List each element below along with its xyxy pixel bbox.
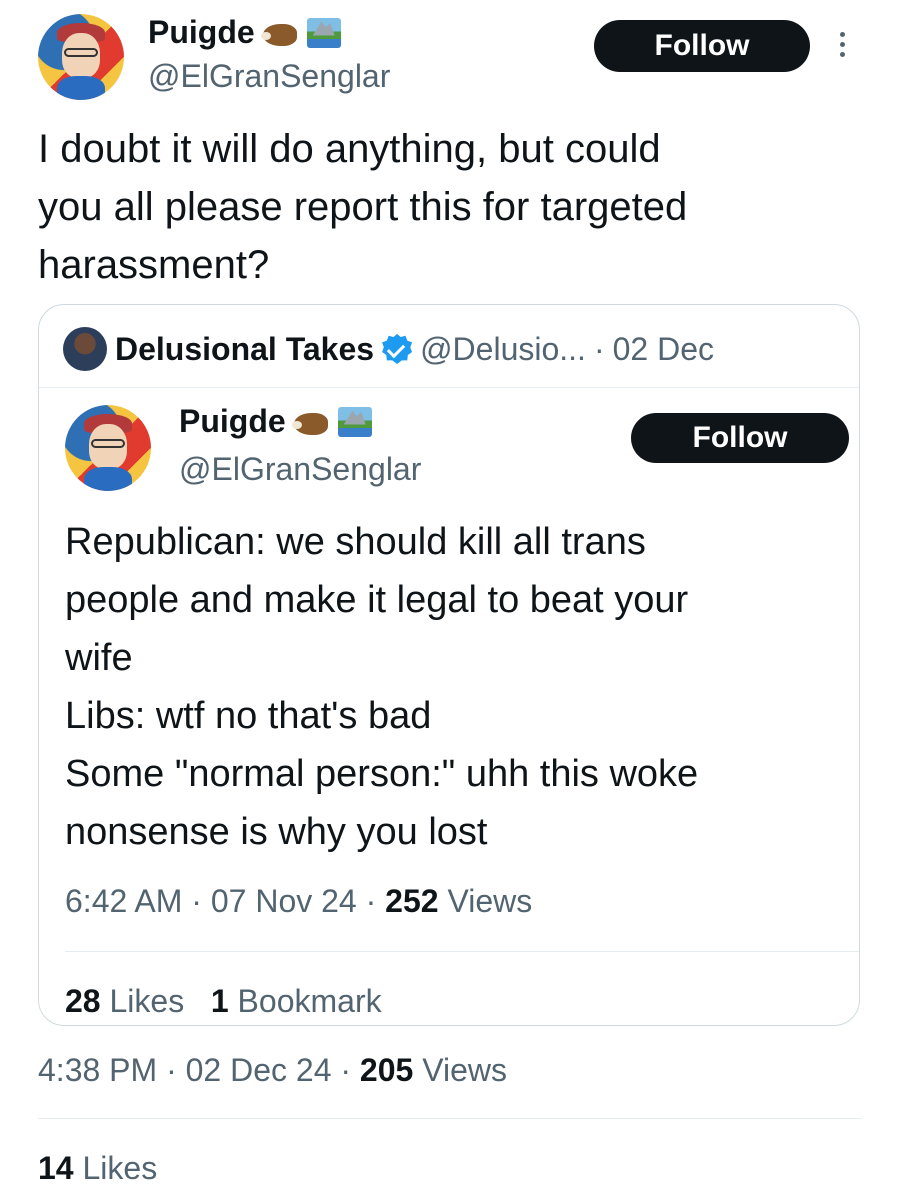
boar-emoji-icon (291, 407, 332, 437)
inner-tweet-time[interactable]: 6:42 AM (65, 883, 182, 919)
tweet-separator-2: · (340, 1052, 352, 1088)
inner-author-handle[interactable]: @ElGranSenglar (179, 451, 421, 488)
inner-likes-label[interactable]: Likes (109, 983, 184, 1019)
tweet-likes-count[interactable]: 14 (38, 1150, 74, 1186)
boar-emoji-icon (260, 18, 301, 48)
follow-button[interactable]: Follow (594, 20, 810, 72)
inner-author-avatar[interactable] (65, 405, 151, 491)
tweet-meta-divider (38, 1118, 862, 1119)
verified-badge-icon (382, 334, 412, 364)
tweet-time[interactable]: 4:38 PM (38, 1052, 157, 1088)
tweet-separator-1: · (166, 1052, 177, 1088)
inner-author-name-text: Puigde (179, 403, 286, 439)
inner-views-label: Views (447, 883, 533, 919)
inner-meta-divider (65, 951, 859, 952)
quote-date[interactable]: 02 Dec (613, 331, 714, 368)
quote-author-name[interactable]: Delusional Takes (115, 331, 374, 368)
author-name-text: Puigde (148, 14, 255, 50)
inner-separator-2: · (365, 883, 377, 919)
author-handle[interactable]: @ElGranSenglar (148, 58, 390, 95)
tweet-likes-label[interactable]: Likes (82, 1150, 157, 1186)
inner-tweet-meta: 6:42 AM · 07 Nov 24 · 252 Views (65, 883, 532, 920)
inner-views-count: 252 (385, 883, 439, 919)
inner-tweet-text: Republican: we should kill all trans peo… (65, 521, 699, 853)
author-avatar[interactable] (38, 14, 124, 100)
tweet-text: I doubt it will do anything, but could y… (38, 127, 688, 287)
inner-bookmarks-count[interactable]: 1 (211, 983, 229, 1019)
inner-bookmarks-label[interactable]: Bookmark (238, 983, 382, 1019)
author-name[interactable]: Puigde (148, 14, 341, 51)
inner-tweet-date[interactable]: 07 Nov 24 (211, 883, 357, 919)
inner-likes-count[interactable]: 28 (65, 983, 101, 1019)
tweet-engagement-row: 14 Likes (38, 1150, 157, 1187)
quoted-tweet-header: Delusional Takes @Delusio... · 02 Dec (63, 327, 714, 371)
tweet-date[interactable]: 02 Dec 24 (186, 1052, 332, 1088)
inner-follow-button[interactable]: Follow (631, 413, 849, 463)
tweet-views-count: 205 (359, 1052, 414, 1088)
inner-engagement-row: 28 Likes 1 Bookmark (65, 983, 382, 1020)
quoted-tweet-card[interactable]: Delusional Takes @Delusio... · 02 Dec Pu… (38, 304, 860, 1026)
quote-author-avatar[interactable] (63, 327, 107, 371)
national-park-emoji-icon (337, 406, 372, 437)
quote-separator: · (593, 330, 605, 367)
more-options-icon[interactable] (838, 32, 848, 62)
quote-header-divider (39, 387, 859, 388)
tweet-views-label: Views (422, 1052, 507, 1088)
national-park-emoji-icon (306, 17, 341, 48)
inner-separator-1: · (191, 883, 202, 919)
tweet-meta: 4:38 PM · 02 Dec 24 · 205 Views (38, 1052, 507, 1089)
inner-author-name[interactable]: Puigde (179, 403, 372, 440)
quote-author-handle[interactable]: @Delusio... (420, 331, 586, 368)
